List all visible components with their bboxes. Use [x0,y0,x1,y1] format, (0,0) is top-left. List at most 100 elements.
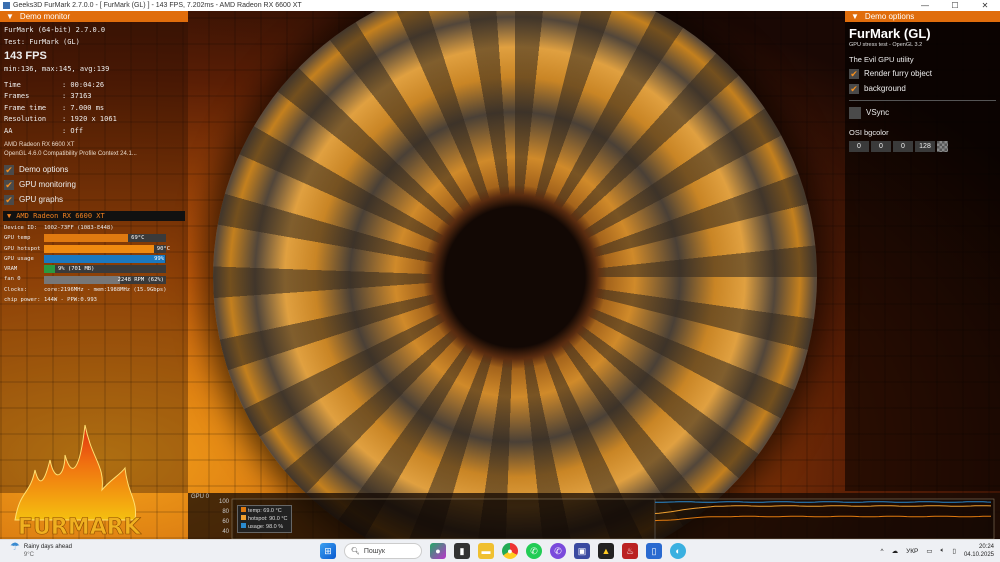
demo-options-panel: ▼ Demo options FurMark (GL) GPU stress te… [845,11,1000,491]
stat-row: Time: 00:04:26 [4,80,184,92]
gpu-usage-bar: 99% [44,255,166,264]
save-app-icon[interactable]: ▣ [574,543,590,559]
start-windows-icon[interactable]: ⊞ [320,543,336,559]
language-indicator[interactable]: УКР [906,548,918,555]
weather-title: Rainy days ahead [23,544,72,550]
checkbox-label: background [864,84,906,93]
weather-widget[interactable]: ☂ Rainy days ahead 9°C [10,541,72,559]
test-name: Test: FurMark (GL) [4,37,80,46]
stat-value: : 00:04:26 [62,80,105,89]
checkbox-demo-options[interactable]: ✔ Demo options [0,162,188,177]
checkmark-icon: ✔ [849,68,859,79]
gpu-monitor: Device ID: 1002-73FF (1083-E448) GPU temp… [0,221,188,307]
window-title: Geeks3D FurMark 2.7.0.0 - [ FurMark (GL)… [13,2,302,9]
clocks-label: Clocks: [4,286,28,293]
viber-icon[interactable]: ✆ [550,543,566,559]
stat-row: Resolution : 1920 x 1061 [4,114,184,126]
vram-value: 9% (701 MB) [58,266,95,273]
demo-title: FurMark (GL) [849,26,931,41]
bar-fill [44,275,120,284]
stat-label: Resolution [4,115,47,123]
divider [849,100,996,101]
checkbox-empty [849,106,861,119]
chrome-icon[interactable]: ● [502,543,518,559]
gpu-graph: GPU 0 100 80 60 40 temp: 69.0 °C hotspot: 9… [188,493,1000,539]
stat-value: : Off [62,126,84,135]
volume-icon[interactable]: 🔈︎ [940,547,944,555]
furmark-logo: FURMARK [14,424,142,538]
search-icon: 🔍︎ [351,548,360,555]
osi-a-input[interactable]: 128 [915,141,935,152]
graph-canvas: 100 80 60 40 [219,498,995,539]
stat-row: Frame time: 7.000 ms [4,103,184,115]
legend-usage: usage: 98.0 % [241,523,288,531]
bar-fill [44,255,165,264]
plot-area [231,498,995,539]
checkbox-background[interactable]: ✔ background [845,81,1000,96]
search-placeholder: Пошук [363,547,385,555]
bar-fill [44,234,129,243]
maximize-button[interactable]: ☐ [940,0,970,11]
fan-bar: 2248 RPM (62%) [44,275,166,284]
close-button[interactable]: ✕ [970,0,1000,11]
y-tick-label: 60 [222,519,229,525]
app-icon [3,2,10,9]
y-tick-label: 80 [222,509,229,515]
y-tick-label: 100 [219,499,230,505]
demo-options-header[interactable]: ▼ Demo options [845,11,1000,22]
gpu-usage-value: 99% [154,256,164,263]
gpu-usage-label: GPU usage [4,255,34,262]
header-label: Demo monitor [19,12,71,21]
stat-label: AA [4,126,13,135]
active-app-icon[interactable]: ▯ [646,543,662,559]
utility-label: The Evil GPU utility [849,55,914,64]
task-view-icon[interactable]: ▮ [454,543,470,559]
graph-legend: temp: 69.0 °C hotspot: 90.0 °C usage: 98… [237,505,292,533]
copilot-icon[interactable]: ● [430,543,446,559]
gpu-section-header[interactable]: ▼ AMD Radeon RX 6600 XT [3,211,185,221]
umbrella-rain-icon: ☂ [10,541,20,553]
checkbox-label: VSync [866,108,890,117]
demo-subtitle: GPU stress test - OpenGL 3.2 [849,42,923,48]
legend-temp: temp: 69.0 °C [241,507,288,515]
checkbox-render-furry[interactable]: ✔ Render furry object [845,66,1000,81]
clocks-value: core:2196MHz - mem:1988MHz (15.9Gbps) [44,286,167,293]
gpu-name: AMD Radeon RX 6600 XT [4,142,75,148]
demo-monitor-header[interactable]: ▼ Demo monitor [0,11,188,22]
checkbox-label: GPU monitoring [19,180,76,189]
checkbox-gpu-monitoring[interactable]: ✔ GPU monitoring [0,177,188,192]
color-swatch[interactable] [937,141,948,152]
fps-value: 143 FPS [4,50,47,62]
fps-stats: min:136, max:145, avg:139 [4,65,110,73]
file-explorer-icon[interactable]: ▬ [478,543,494,559]
stat-value: : 1920 x 1061 [62,115,117,123]
clock[interactable]: 20:24 04.10.2025 [964,543,994,559]
network-icon[interactable]: ▭ [926,547,932,555]
cloud-icon[interactable]: ☁ [892,547,899,555]
osi-b-input[interactable]: 0 [893,141,913,152]
osi-r-input[interactable]: 0 [849,141,869,152]
whatsapp-icon[interactable]: ✆ [526,543,542,559]
power-label: chip power: [4,297,41,304]
collapse-arrow-icon: ▼ [7,212,12,220]
globe-app-icon[interactable]: ◐ [670,543,686,559]
gpu-hotspot-label: GPU hotspot [4,245,41,252]
battery-icon[interactable]: ▯ [952,547,956,555]
minimize-button[interactable]: — [910,0,940,11]
checkbox-gpu-graphs[interactable]: ✔ GPU graphs [0,192,188,207]
gpu-temp-value: 69°C [131,235,145,242]
taskbar-search[interactable]: 🔍︎ Пошук [344,543,422,559]
furmark-taskbar-icon[interactable]: ♨ [622,543,638,559]
chevron-up-icon[interactable]: ^ [881,548,884,555]
y-tick-label: 40 [222,529,229,535]
device-id-label: Device ID: [4,225,38,231]
collapse-arrow-icon: ▼ [6,12,14,21]
gpu-hotspot-bar: 90°C [44,244,170,253]
weather-temp: 9°C [23,552,34,558]
app-triangle-icon[interactable]: ▲ [598,543,614,559]
checkmark-icon: ✔ [4,194,14,205]
checkbox-vsync[interactable]: VSync [845,105,1000,120]
osi-g-input[interactable]: 0 [871,141,891,152]
stat-value: : 37163 [62,92,92,100]
gpu-temp-label: GPU temp [4,235,31,242]
